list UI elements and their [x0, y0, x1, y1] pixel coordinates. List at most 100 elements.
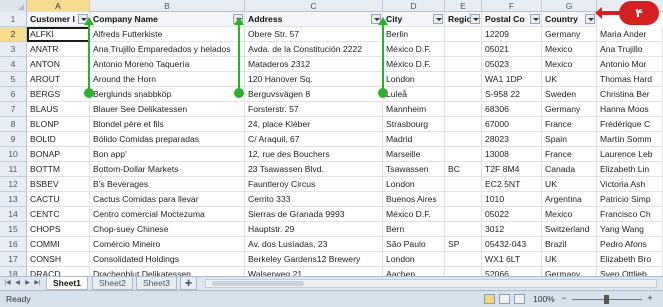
- next-sheet-nav-icon[interactable]: ▶: [23, 279, 32, 288]
- table-cell[interactable]: [445, 117, 482, 132]
- table-cell[interactable]: Strasbourg: [383, 117, 445, 132]
- table-cell[interactable]: Fauntleroy Circus: [245, 177, 383, 192]
- table-cell[interactable]: São Paulo: [383, 237, 445, 252]
- filter-dropdown-icon[interactable]: [585, 14, 595, 24]
- table-cell[interactable]: 52066: [482, 267, 542, 276]
- table-cell[interactable]: 24, place Kléber: [245, 117, 383, 132]
- table-cell[interactable]: S-958 22: [482, 87, 542, 102]
- table-cell[interactable]: 67000: [482, 117, 542, 132]
- table-cell[interactable]: BSBEV: [27, 177, 90, 192]
- table-cell[interactable]: 05021: [482, 42, 542, 57]
- table-cell[interactable]: BERGS: [27, 87, 90, 102]
- active-cell[interactable]: ALFKI: [27, 27, 90, 42]
- table-cell[interactable]: [445, 27, 482, 42]
- table-cell[interactable]: México D.F.: [383, 207, 445, 222]
- table-cell[interactable]: [445, 132, 482, 147]
- table-cell[interactable]: EC2 5NT: [482, 177, 542, 192]
- table-cell[interactable]: Marseille: [383, 147, 445, 162]
- table-cell[interactable]: SP: [445, 237, 482, 252]
- table-cell[interactable]: 1010: [482, 192, 542, 207]
- table-cell[interactable]: Hanna Moos: [597, 102, 663, 117]
- table-cell[interactable]: [445, 102, 482, 117]
- table-cell[interactable]: Elizabeth Lin: [597, 162, 663, 177]
- normal-view-icon[interactable]: [484, 294, 495, 304]
- table-cell[interactable]: Laurence Leb: [597, 147, 663, 162]
- table-cell[interactable]: Christina Ber: [597, 87, 663, 102]
- table-cell[interactable]: Avda. de la Constitución 2222: [245, 42, 383, 57]
- table-cell[interactable]: [445, 222, 482, 237]
- table-cell[interactable]: COMMI: [27, 237, 90, 252]
- table-cell[interactable]: ANATR: [27, 42, 90, 57]
- row-header-1[interactable]: 1: [0, 12, 27, 27]
- table-cell[interactable]: ANTON: [27, 57, 90, 72]
- table-cell[interactable]: London: [383, 72, 445, 87]
- table-cell[interactable]: México D.F.: [383, 57, 445, 72]
- table-cell[interactable]: UK: [542, 72, 597, 87]
- table-cell[interactable]: B's Beverages: [90, 177, 245, 192]
- first-sheet-nav-icon[interactable]: |◀: [3, 279, 12, 288]
- table-cell[interactable]: WA1 1DP: [482, 72, 542, 87]
- table-cell[interactable]: [445, 87, 482, 102]
- table-cell[interactable]: [445, 57, 482, 72]
- table-cell[interactable]: Sweden: [542, 87, 597, 102]
- select-all-corner[interactable]: [0, 0, 27, 12]
- table-cell[interactable]: Sven Ottlieb: [597, 267, 663, 276]
- table-cell[interactable]: Av. dos Lusíadas, 23: [245, 237, 383, 252]
- table-cell[interactable]: Ana Trujillo Emparedados y helados: [90, 42, 245, 57]
- table-cell[interactable]: Sierras de Granada 9993: [245, 207, 383, 222]
- table-cell[interactable]: Maria Ander: [597, 27, 663, 42]
- table-cell[interactable]: Comércio Mineiro: [90, 237, 245, 252]
- last-sheet-nav-icon[interactable]: ▶|: [33, 279, 42, 288]
- sheet-tab-sheet2[interactable]: Sheet2: [92, 277, 133, 290]
- table-cell[interactable]: Martín Somm: [597, 132, 663, 147]
- filter-dropdown-icon[interactable]: [530, 14, 540, 24]
- table-cell[interactable]: 05432-043: [482, 237, 542, 252]
- table-cell[interactable]: BOLID: [27, 132, 90, 147]
- table-cell[interactable]: Berglunds snabbköp: [90, 87, 245, 102]
- table-cell[interactable]: Luleå: [383, 87, 445, 102]
- column-header-f[interactable]: F: [482, 0, 542, 12]
- table-cell[interactable]: France: [542, 117, 597, 132]
- table-cell[interactable]: 05022: [482, 207, 542, 222]
- table-header-cell[interactable]: Company Name: [90, 12, 245, 27]
- table-cell[interactable]: Spain: [542, 132, 597, 147]
- table-cell[interactable]: 12209: [482, 27, 542, 42]
- table-cell[interactable]: Frédérique C: [597, 117, 663, 132]
- table-cell[interactable]: Aachen: [383, 267, 445, 276]
- table-cell[interactable]: BONAP: [27, 147, 90, 162]
- table-cell[interactable]: Elizabeth Bro: [597, 252, 663, 267]
- table-cell[interactable]: Alfreds Futterkiste: [90, 27, 245, 42]
- sheet-tab-sheet3[interactable]: Sheet3: [136, 277, 177, 290]
- table-cell[interactable]: Pedro Afons: [597, 237, 663, 252]
- table-cell[interactable]: [445, 72, 482, 87]
- table-cell[interactable]: Mexico: [542, 42, 597, 57]
- table-header-cell[interactable]: Customer I: [27, 12, 90, 27]
- table-cell[interactable]: 13008: [482, 147, 542, 162]
- table-cell[interactable]: Yang Wang: [597, 222, 663, 237]
- table-cell[interactable]: Buenos Aires: [383, 192, 445, 207]
- page-break-view-icon[interactable]: [514, 294, 525, 304]
- table-cell[interactable]: Berkeley Gardens12 Brewery: [245, 252, 383, 267]
- table-cell[interactable]: Mexico: [542, 57, 597, 72]
- insert-sheet-icon[interactable]: ✚: [180, 277, 198, 290]
- row-header-10[interactable]: 10: [0, 147, 27, 162]
- table-cell[interactable]: Argentina: [542, 192, 597, 207]
- row-header-7[interactable]: 7: [0, 102, 27, 117]
- column-header-c[interactable]: C: [245, 0, 383, 12]
- table-cell[interactable]: Francisco Ch: [597, 207, 663, 222]
- table-cell[interactable]: 28023: [482, 132, 542, 147]
- table-cell[interactable]: Mexico: [542, 207, 597, 222]
- row-header-5[interactable]: 5: [0, 72, 27, 87]
- zoom-level[interactable]: 100%: [533, 291, 555, 307]
- table-cell[interactable]: Consolidated Holdings: [90, 252, 245, 267]
- table-cell[interactable]: London: [383, 252, 445, 267]
- table-cell[interactable]: Cerrito 333: [245, 192, 383, 207]
- table-cell[interactable]: Centro comercial Moctezuma: [90, 207, 245, 222]
- table-cell[interactable]: Drachenblut Delikatessen: [90, 267, 245, 276]
- table-cell[interactable]: CHOPS: [27, 222, 90, 237]
- table-cell[interactable]: Ana Trujillo: [597, 42, 663, 57]
- table-cell[interactable]: BLONP: [27, 117, 90, 132]
- table-cell[interactable]: 05023: [482, 57, 542, 72]
- column-header-e[interactable]: E: [445, 0, 482, 12]
- filter-dropdown-icon[interactable]: [433, 14, 443, 24]
